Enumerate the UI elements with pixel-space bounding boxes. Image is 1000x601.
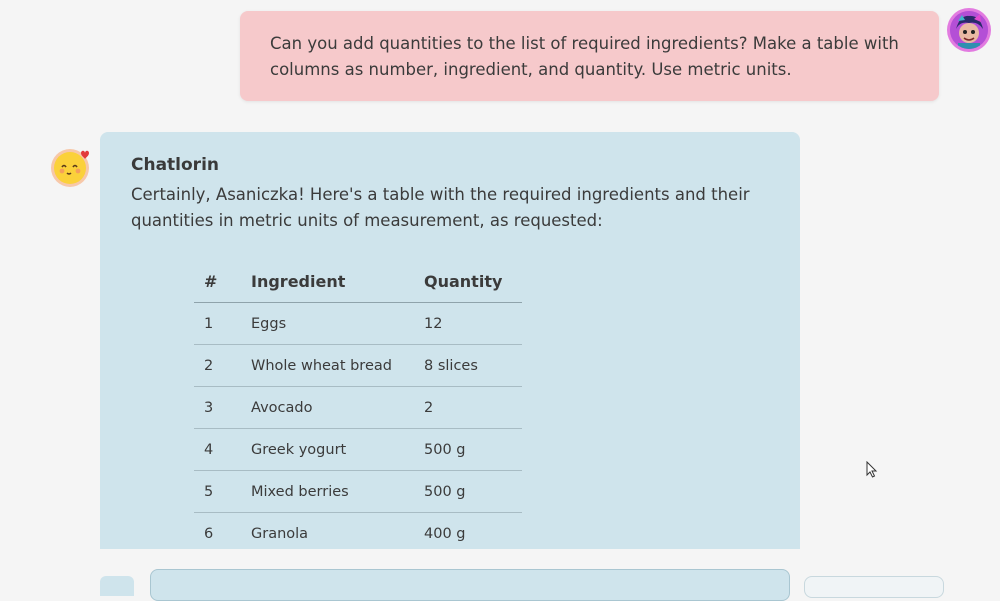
- row-number: 3: [194, 386, 241, 429]
- row-ingredient: Greek yogurt: [241, 428, 414, 471]
- column-header-number: #: [194, 260, 241, 303]
- user-message-text: Can you add quantities to the list of re…: [270, 34, 899, 79]
- assistant-message-text: Certainly, Asaniczka! Here's a table wit…: [131, 185, 750, 230]
- user-avatar-icon: [950, 11, 988, 49]
- row-number: 4: [194, 428, 241, 471]
- row-quantity: 8 slices: [414, 344, 523, 387]
- row-quantity: 400 g: [414, 512, 523, 549]
- table-row: 6 Granola 400 g: [194, 512, 523, 549]
- row-quantity: 12: [414, 302, 523, 345]
- table-header-row: # Ingredient Quantity: [194, 260, 523, 303]
- table-row: 1 Eggs 12: [194, 302, 523, 345]
- ingredients-table: # Ingredient Quantity 1 Eggs 12 2 Whole …: [194, 260, 523, 549]
- row-quantity: 2: [414, 386, 523, 429]
- row-number: 2: [194, 344, 241, 387]
- assistant-message-bubble: Chatlorin Certainly, Asaniczka! Here's a…: [100, 132, 800, 549]
- row-quantity: 500 g: [414, 428, 523, 471]
- row-ingredient: Avocado: [241, 386, 414, 429]
- table-row: 3 Avocado 2: [194, 386, 523, 429]
- row-ingredient: Mixed berries: [241, 470, 414, 513]
- row-ingredient: Granola: [241, 512, 414, 549]
- send-button[interactable]: [804, 576, 944, 598]
- assistant-name: Chatlorin: [131, 155, 219, 175]
- column-header-ingredient: Ingredient: [241, 260, 414, 303]
- row-number: 5: [194, 470, 241, 513]
- row-quantity: 500 g: [414, 470, 523, 513]
- message-input[interactable]: [150, 569, 790, 601]
- mouse-cursor-icon: [866, 461, 878, 478]
- row-number: 1: [194, 302, 241, 345]
- user-avatar[interactable]: [950, 11, 988, 49]
- table-row: 4 Greek yogurt 500 g: [194, 428, 523, 471]
- column-header-quantity: Quantity: [414, 260, 523, 303]
- assistant-avatar[interactable]: [50, 146, 90, 187]
- smiling-face-with-heart-icon: [51, 149, 89, 187]
- row-ingredient: Eggs: [241, 302, 414, 345]
- row-ingredient: Whole wheat bread: [241, 344, 414, 387]
- row-number: 6: [194, 512, 241, 549]
- table-row: 2 Whole wheat bread 8 slices: [194, 344, 523, 387]
- input-side-button[interactable]: [100, 576, 134, 596]
- table-row: 5 Mixed berries 500 g: [194, 470, 523, 513]
- user-message-bubble: Can you add quantities to the list of re…: [240, 11, 939, 101]
